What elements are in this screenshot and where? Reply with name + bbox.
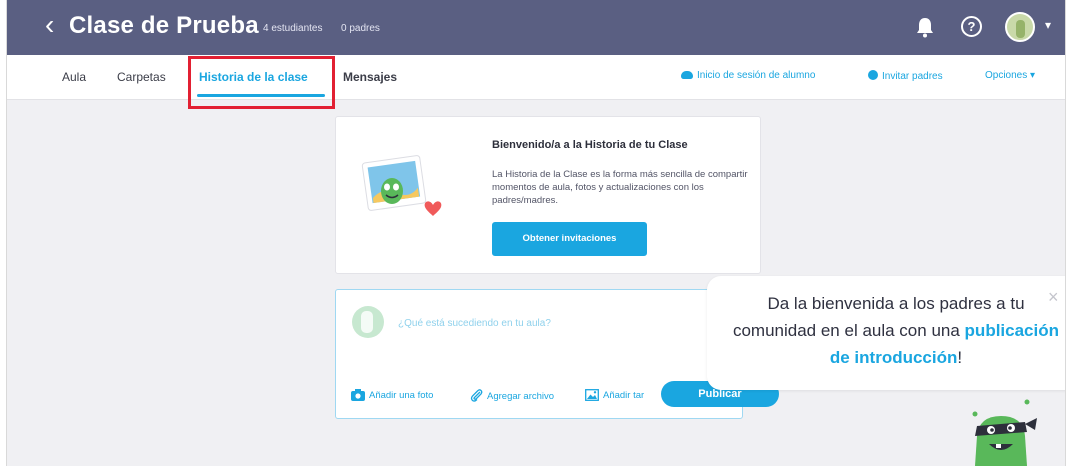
paperclip-icon [470,389,483,402]
composer-avatar [352,306,384,338]
student-login-link[interactable]: Inicio de sesión de alumno [681,70,815,81]
add-photo-label: Añadir una foto [369,390,434,401]
attach-file-button[interactable]: Agregar archivo [470,389,554,402]
welcome-title: Bienvenido/a a la Historia de tu Clase [492,139,688,151]
camera-icon [351,389,365,401]
close-icon[interactable]: × [1048,288,1059,306]
back-icon[interactable]: ‹ [45,10,54,40]
tab-aula[interactable]: Aula [62,70,86,84]
top-bar: ‹ Clase de Prueba 4 estudiantes 0 padres… [7,0,1065,55]
account-menu-caret-icon[interactable]: ▾ [1045,18,1051,32]
app-frame: ‹ Clase de Prueba 4 estudiantes 0 padres… [6,0,1066,466]
class-dojo-monster-icon [972,399,1037,466]
help-icon[interactable]: ? [961,16,982,37]
parents-count[interactable]: 0 padres [341,23,380,34]
notification-bell-icon[interactable] [915,16,935,38]
invite-parents-label: Invitar padres [882,71,943,82]
class-nav: Aula Carpetas Historia de la clase Mensa… [7,55,1065,109]
tab-carpetas[interactable]: Carpetas [117,70,166,84]
add-photo-button[interactable]: Añadir una foto [351,389,433,401]
options-label: Opciones [985,70,1028,81]
welcome-parents-callout: Da la bienvenida a los padres a tu comun… [707,276,1065,390]
welcome-card: Bienvenido/a a la Historia de tu Clase L… [335,116,761,274]
post-input[interactable]: ¿Qué está sucediendo en tu aula? [398,318,551,329]
photo-illustration-icon [361,155,442,216]
get-invitations-button[interactable]: Obtener invitaciones [492,222,647,256]
plus-circle-icon [868,70,878,80]
add-other-button[interactable]: Añadir tar [585,389,657,401]
post-composer: ¿Qué está sucediendo en tu aula? Añadir … [335,289,779,419]
image-icon [585,389,599,401]
welcome-description: La Historia de la Clase es la forma más … [492,169,748,206]
attach-file-label: Agregar archivo [487,391,555,402]
callout-text-end: ! [957,348,963,367]
invite-parents-link[interactable]: Invitar padres [868,70,943,82]
options-menu[interactable]: Opciones ▾ [985,70,1035,81]
students-count[interactable]: 4 estudiantes [263,23,323,34]
callout-text: Da la bienvenida a los padres a tu comun… [731,290,1061,371]
cloud-icon [681,71,693,79]
user-avatar[interactable] [1005,12,1035,42]
tab-mensajes[interactable]: Mensajes [343,70,397,84]
class-title: Clase de Prueba [69,12,259,39]
highlight-annotation-box [188,56,335,109]
student-login-label: Inicio de sesión de alumno [697,70,816,81]
chevron-down-icon: ▾ [1030,70,1036,81]
add-other-label: Añadir tar [603,390,645,401]
